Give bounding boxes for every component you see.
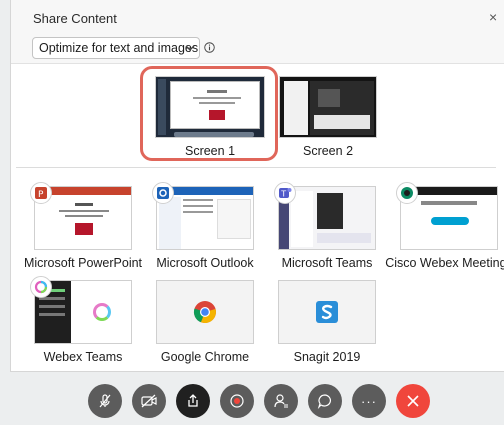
- chrome-label: Google Chrome: [160, 350, 250, 364]
- screen-1-thumbnail: [155, 76, 265, 138]
- screen-2-label: Screen 2: [302, 144, 354, 158]
- svg-text:P: P: [38, 190, 44, 200]
- chat-icon: [317, 394, 331, 409]
- optimize-select[interactable]: Optimize for text and images: [32, 37, 200, 59]
- end-call-button[interactable]: [396, 384, 430, 418]
- powerpoint-label: Microsoft PowerPoint: [23, 256, 143, 270]
- chrome-icon: [193, 301, 216, 324]
- app-tile-snagit[interactable]: Snagit 2019: [278, 280, 376, 364]
- info-icon[interactable]: [204, 42, 215, 53]
- record-button[interactable]: [220, 384, 254, 418]
- section-divider: [16, 167, 496, 168]
- powerpoint-icon: P: [30, 182, 52, 204]
- record-icon: [230, 394, 244, 408]
- screen-tile-1[interactable]: Screen 1: [155, 76, 265, 160]
- svg-text:T: T: [280, 190, 286, 199]
- outlook-icon: [152, 182, 174, 204]
- teams-label: Microsoft Teams: [281, 256, 373, 270]
- app-tile-webex-meetings[interactable]: Cisco Webex Meetings: [385, 182, 504, 270]
- video-button[interactable]: [132, 384, 166, 418]
- snagit-icon: [316, 301, 338, 323]
- dialog-title: Share Content: [33, 11, 117, 26]
- close-icon[interactable]: ×: [489, 9, 504, 25]
- screen-2-thumbnail: [279, 76, 377, 138]
- mute-icon: [99, 394, 111, 408]
- video-off-icon: [141, 394, 157, 408]
- chat-button[interactable]: [308, 384, 342, 418]
- participants-button[interactable]: [264, 384, 298, 418]
- webex-meetings-label: Cisco Webex Meetings: [385, 256, 504, 270]
- share-icon: [188, 394, 198, 407]
- app-tile-webex-teams[interactable]: Webex Teams: [30, 276, 132, 364]
- webex-meetings-icon: [396, 182, 418, 204]
- teams-icon: T: [274, 182, 296, 204]
- snagit-thumbnail: [278, 280, 376, 344]
- outlook-label: Microsoft Outlook: [156, 256, 254, 270]
- app-tile-powerpoint[interactable]: P Microsoft PowerPoint: [24, 182, 142, 270]
- share-button[interactable]: [176, 384, 210, 418]
- participants-icon: [274, 394, 288, 408]
- webex-teams-label: Webex Teams: [43, 350, 123, 364]
- more-icon: ···: [361, 393, 377, 409]
- chevron-down-icon: [185, 45, 195, 51]
- end-call-icon: [407, 395, 419, 407]
- mute-button[interactable]: [88, 384, 122, 418]
- app-tile-outlook[interactable]: Microsoft Outlook: [152, 182, 254, 270]
- app-tile-teams[interactable]: T Microsoft Teams: [274, 182, 376, 270]
- app-tile-chrome[interactable]: Google Chrome: [156, 280, 254, 364]
- optimize-select-value: Optimize for text and images: [39, 41, 199, 55]
- screen-tile-2[interactable]: Screen 2: [279, 76, 377, 160]
- dialog-header: Share Content × Optimize for text and im…: [11, 0, 504, 64]
- more-button[interactable]: ···: [352, 384, 386, 418]
- snagit-label: Snagit 2019: [293, 350, 361, 364]
- chrome-thumbnail: [156, 280, 254, 344]
- meeting-controls-toolbar: ···: [0, 380, 504, 425]
- webex-teams-icon: [30, 276, 52, 298]
